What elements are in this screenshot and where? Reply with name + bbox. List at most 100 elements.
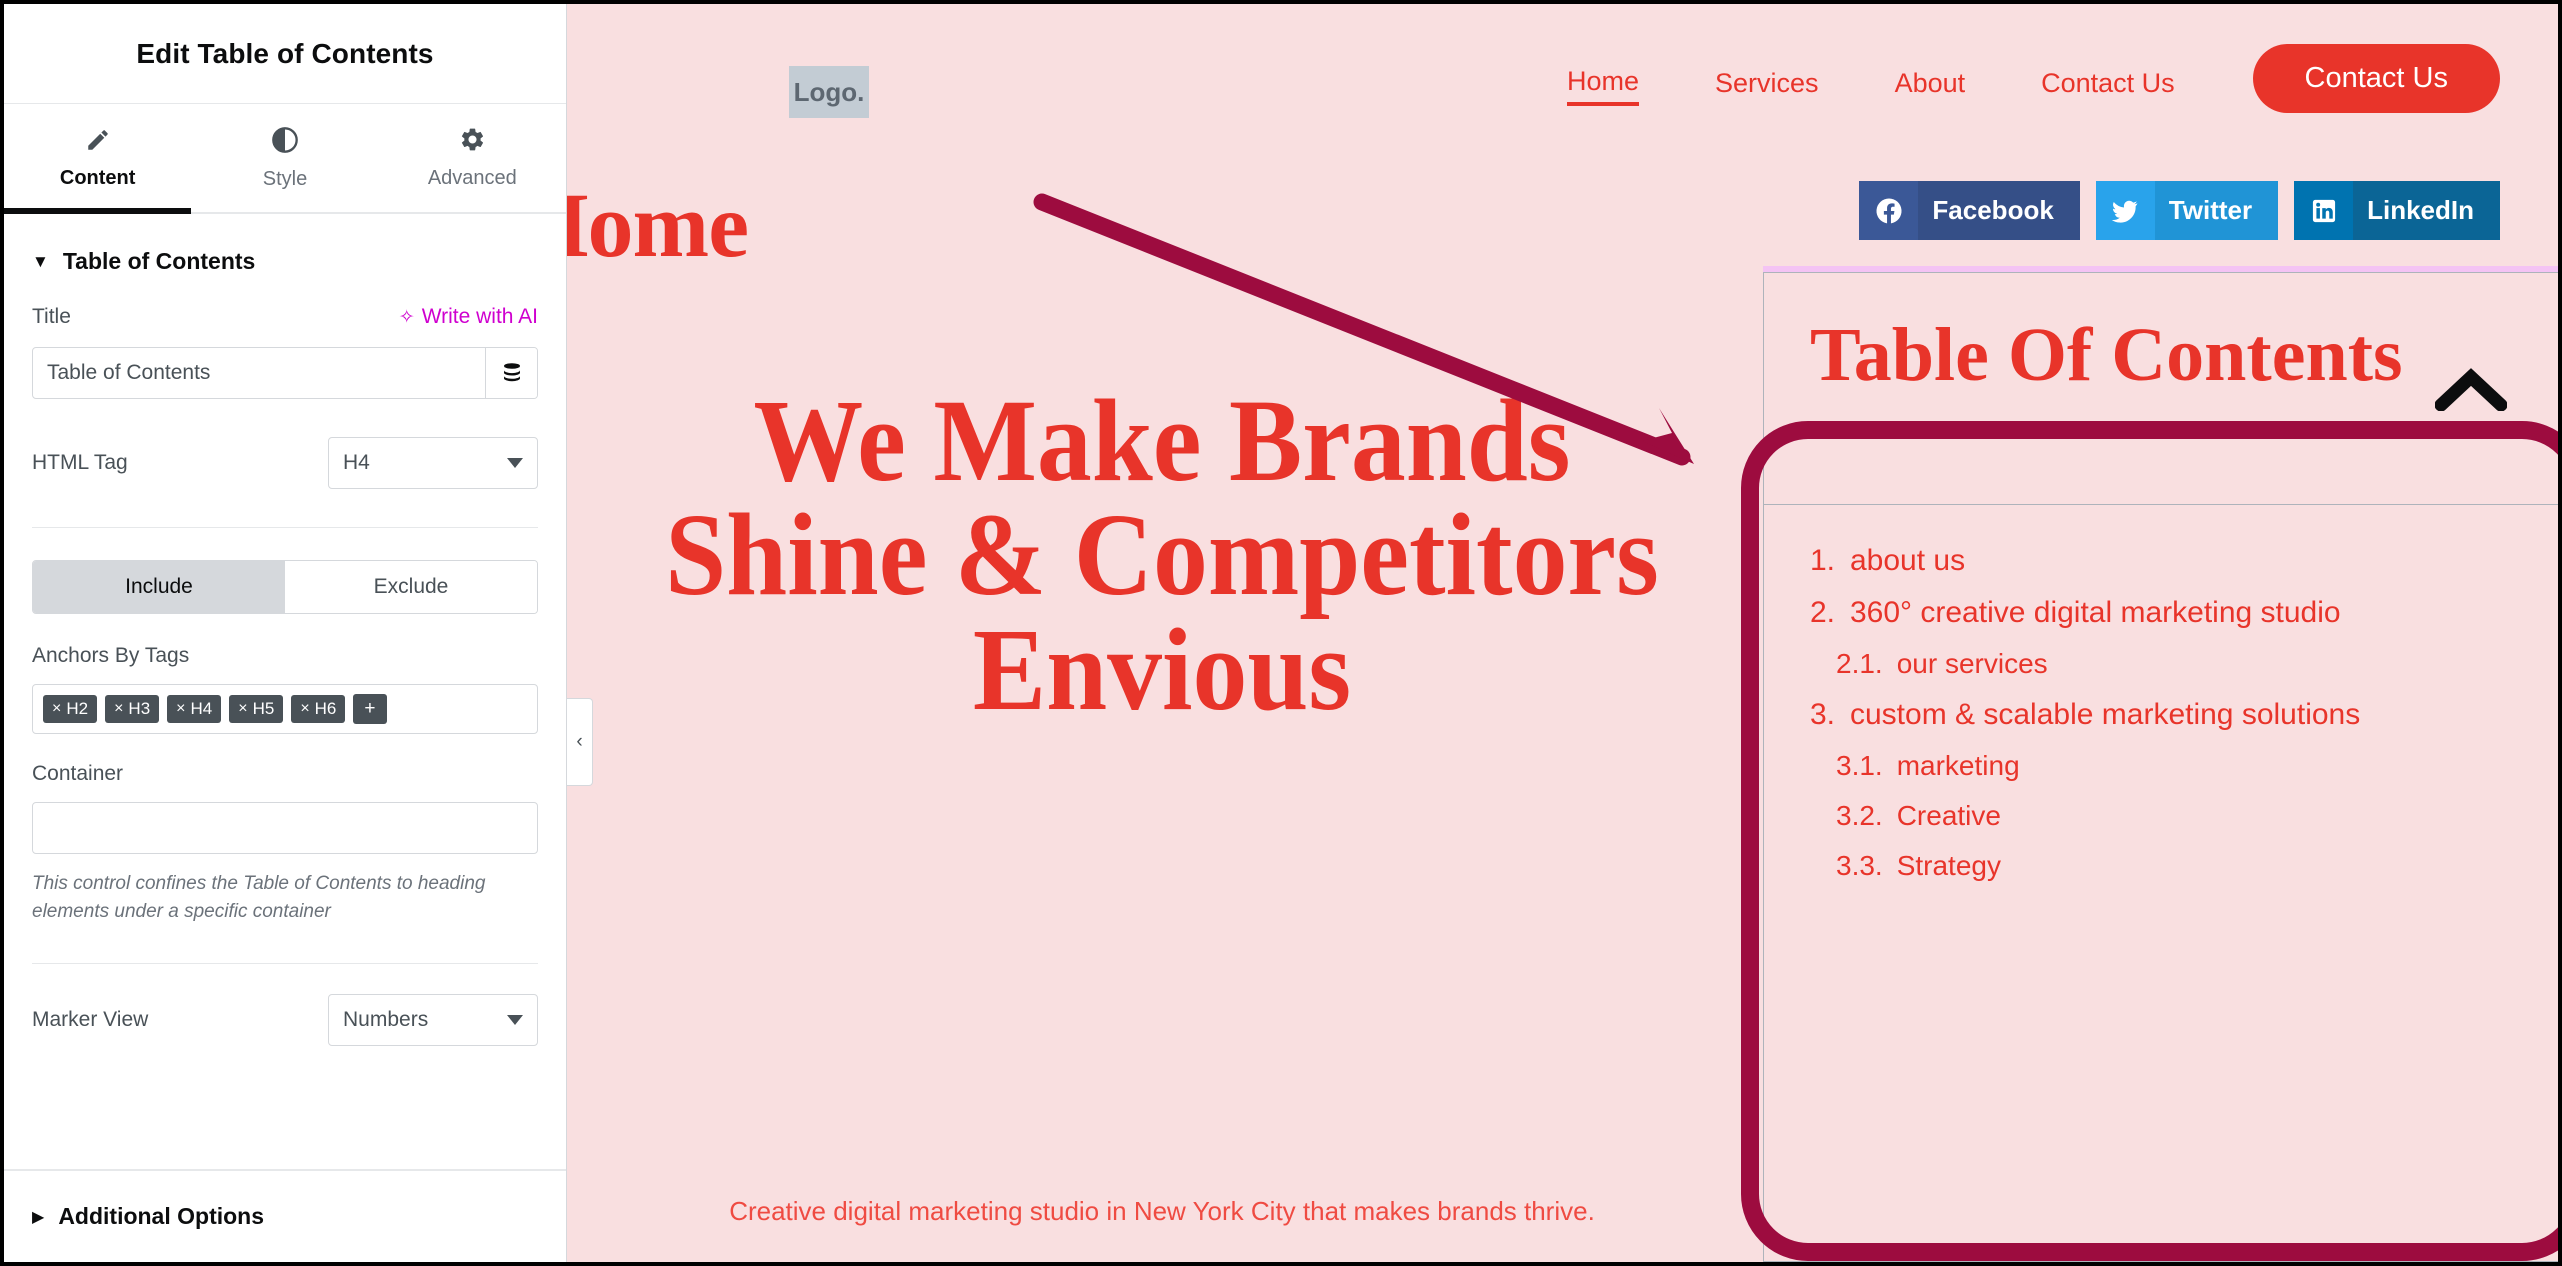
- toc-label: about us: [1850, 544, 1966, 577]
- caret-down-icon: ▼: [32, 252, 49, 271]
- list-item[interactable]: 3. custom & scalable marketing solutions: [1810, 689, 2533, 741]
- tab-style-label: Style: [262, 167, 308, 190]
- control-anchors-by-tags: Anchors By Tags × H2 × H3 × H4 × H5 × H6 +: [4, 644, 566, 734]
- toc-list: 1. about us 2. 360° creative digital marke…: [1764, 505, 2558, 891]
- linkedin-share-button[interactable]: LinkedIn: [2294, 181, 2500, 240]
- section-table-of-contents[interactable]: ▼ Table of Contents: [4, 214, 566, 305]
- list-item[interactable]: 3.1. marketing: [1810, 741, 2533, 791]
- anchor-tag-label: H4: [190, 699, 213, 718]
- control-include-exclude: Include Exclude: [4, 560, 566, 614]
- editor-panel: Edit Table of Contents Content Style Adv…: [4, 4, 567, 1262]
- site-preview-canvas: Logo. Home Services About Contact Us Con…: [567, 4, 2558, 1262]
- hero-heading: We Make Brands Shine & Competitors Envio…: [665, 375, 1659, 735]
- anchor-tag-label: H3: [128, 699, 151, 718]
- tab-advanced[interactable]: Advanced: [379, 104, 566, 212]
- html-tag-label: HTML Tag: [32, 451, 128, 474]
- anchor-tags-box[interactable]: × H2 × H3 × H4 × H5 × H6 +: [32, 684, 538, 734]
- twitter-share-button[interactable]: Twitter: [2095, 181, 2279, 240]
- elementor-editor-window: Edit Table of Contents Content Style Adv…: [0, 0, 2562, 1266]
- section-additional-options[interactable]: ▶ Additional Options: [4, 1169, 566, 1262]
- additional-options-label: Additional Options: [58, 1203, 265, 1229]
- html-tag-value: H4: [343, 451, 370, 474]
- toc-number: 3.2.: [1836, 800, 1883, 831]
- toc-number: 2.1.: [1836, 648, 1883, 679]
- hero-subheading: Creative digital marketing studio in New…: [729, 1196, 1595, 1226]
- marker-view-value: Numbers: [343, 1008, 429, 1032]
- nav-item-home[interactable]: Home: [1567, 66, 1640, 106]
- contrast-half-circle-icon: [271, 126, 299, 154]
- nav-item-contact-us[interactable]: Contact Us: [2041, 68, 2175, 104]
- anchor-tag[interactable]: × H6: [291, 695, 346, 723]
- list-item[interactable]: 2. 360° creative digital marketing studio: [1810, 587, 2533, 639]
- toc-number: 1.: [1810, 544, 1836, 577]
- nav-item-about[interactable]: About: [1895, 68, 1966, 104]
- panel-collapse-handle[interactable]: ‹: [567, 698, 593, 786]
- list-item[interactable]: 1. about us: [1810, 535, 2533, 587]
- social-buttons: Facebook Twitter LinkedIn: [1859, 181, 2500, 240]
- table-of-contents-widget[interactable]: Table Of Contents 1. about us 2. 360° crea…: [1763, 266, 2558, 1262]
- caret-right-icon: ▶: [32, 1208, 45, 1226]
- control-container: Container This control confines the Tabl…: [4, 762, 566, 925]
- include-tab[interactable]: Include: [33, 561, 285, 613]
- pencil-icon: [85, 127, 111, 153]
- linkedin-label: LinkedIn: [2353, 181, 2500, 240]
- title-input[interactable]: [33, 348, 485, 398]
- marker-view-label: Marker View: [32, 1008, 149, 1032]
- marker-view-select[interactable]: Numbers: [328, 994, 538, 1047]
- write-with-ai-button[interactable]: ✧ Write with AI: [399, 305, 538, 329]
- page-title: Edit Table of Contents: [136, 37, 434, 69]
- site-header: Logo. Home Services About Contact Us Con…: [567, 4, 2558, 118]
- add-tag-button[interactable]: +: [353, 694, 387, 724]
- anchor-tag-label: H6: [314, 699, 337, 718]
- chevron-down-icon: [507, 1015, 523, 1026]
- anchor-tag[interactable]: × H4: [167, 695, 222, 723]
- chevron-down-icon: [507, 458, 523, 468]
- remove-icon[interactable]: ×: [52, 701, 61, 717]
- site-nav-links: Home Services About Contact Us: [1567, 66, 2175, 106]
- toc-number: 2.: [1810, 596, 1836, 629]
- toc-label: Strategy: [1896, 850, 2001, 881]
- sparkle-icon: ✧: [398, 306, 415, 328]
- container-input[interactable]: [32, 802, 538, 854]
- remove-icon[interactable]: ×: [300, 701, 309, 717]
- html-tag-select[interactable]: H4: [328, 437, 538, 489]
- contact-us-button[interactable]: Contact Us: [2252, 44, 2500, 113]
- anchor-tag[interactable]: × H2: [43, 695, 98, 723]
- toc-label: Creative: [1896, 800, 2001, 831]
- panel-header: Edit Table of Contents: [4, 4, 566, 104]
- toc-title: Table Of Contents: [1810, 313, 2403, 397]
- container-hint: This control confines the Table of Conte…: [32, 873, 486, 922]
- anchor-tag-label: H2: [66, 699, 89, 718]
- container-label: Container: [32, 762, 124, 785]
- anchor-tag[interactable]: × H5: [229, 695, 284, 723]
- remove-icon[interactable]: ×: [238, 701, 247, 717]
- list-item[interactable]: 3.3. Strategy: [1810, 841, 2533, 891]
- nav-item-services[interactable]: Services: [1715, 68, 1819, 104]
- facebook-label: Facebook: [1918, 181, 2080, 240]
- toc-label: marketing: [1896, 750, 2020, 781]
- write-with-ai-label: Write with AI: [421, 305, 538, 328]
- toc-number: 3.: [1810, 698, 1836, 731]
- gear-icon: [459, 126, 486, 153]
- facebook-share-button[interactable]: Facebook: [1859, 181, 2080, 240]
- title-label: Title: [32, 305, 71, 328]
- toc-number: 3.1.: [1836, 750, 1883, 781]
- toc-number: 3.3.: [1836, 850, 1883, 881]
- anchors-label: Anchors By Tags: [32, 644, 190, 667]
- anchor-tag-label: H5: [252, 699, 275, 718]
- remove-icon[interactable]: ×: [114, 701, 123, 717]
- divider: [32, 527, 538, 528]
- site-logo[interactable]: Logo.: [789, 66, 869, 118]
- remove-icon[interactable]: ×: [176, 701, 185, 717]
- database-icon[interactable]: [485, 348, 537, 398]
- chevron-up-icon[interactable]: [2434, 367, 2508, 412]
- list-item[interactable]: 2.1. our services: [1810, 639, 2533, 689]
- tab-content[interactable]: Content: [4, 104, 192, 214]
- page-heading: Home: [567, 174, 749, 276]
- exclude-tab[interactable]: Exclude: [285, 561, 537, 613]
- list-item[interactable]: 3.2. Creative: [1810, 791, 2533, 841]
- tab-style[interactable]: Style: [191, 104, 378, 212]
- anchor-tag[interactable]: × H3: [105, 695, 160, 723]
- chevron-left-icon: ‹: [576, 731, 583, 752]
- tab-advanced-label: Advanced: [427, 167, 517, 189]
